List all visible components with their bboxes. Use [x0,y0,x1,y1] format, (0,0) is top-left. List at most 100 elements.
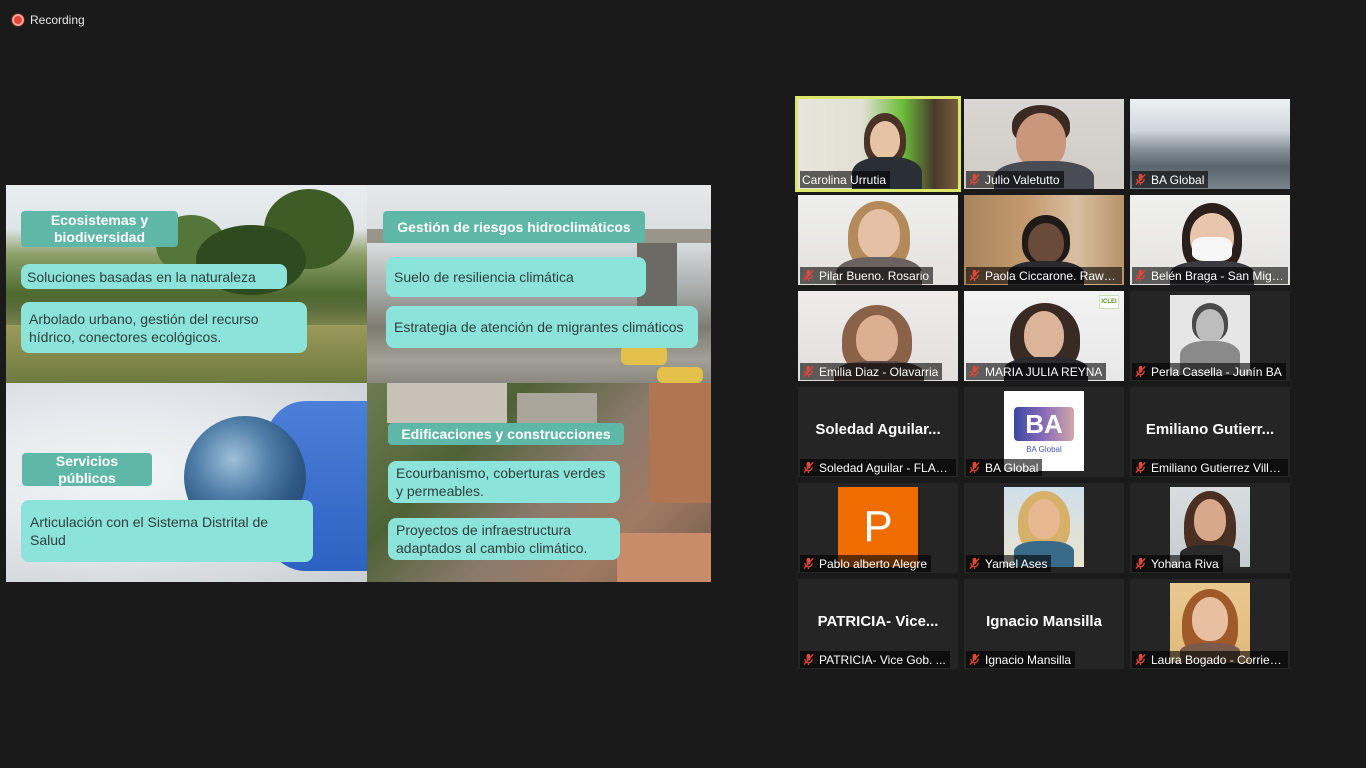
slide-item: Arbolado urbano, gestión del recurso híd… [21,302,307,353]
participant-name: Yamel Ases [985,556,1048,571]
slide-item: Suelo de resiliencia climática [386,257,646,297]
roof-decoration [517,393,597,423]
participant-tile[interactable]: Laura Bogado - Corrientes [1130,579,1290,669]
person-decoration [1194,499,1226,541]
muted-mic-icon [1135,653,1146,666]
participant-tile[interactable]: BA Global [1130,99,1290,189]
participant-name: PATRICIA- Vice Gob. ... [819,652,946,667]
muted-mic-icon [803,365,814,378]
participant-name: Carolina Urrutia [802,172,887,187]
participant-tile[interactable]: Emiliano Gutierr... Emiliano Gutierrez V… [1130,387,1290,477]
participant-tile[interactable]: ICLEI MARIA JULIA REYNA [964,291,1124,381]
participant-display-name: Soledad Aguilar... [815,421,941,438]
meeting-window: Recording Ecosistemas y biodiversidad So… [0,0,1366,768]
participant-nameplate: Laura Bogado - Corrientes [1132,651,1288,668]
participant-tile[interactable]: Ignacio Mansilla Ignacio Mansilla [964,579,1124,669]
participant-tile[interactable]: Julio Valetutto [964,99,1124,189]
participant-tile[interactable]: Pilar Bueno. Rosario [798,195,958,285]
participant-tile[interactable]: Belén Braga - San Miguel [1130,195,1290,285]
slide-header-services: Servicios públicos [22,453,152,486]
participant-tile[interactable]: Emilia Diaz - Olavarria [798,291,958,381]
muted-mic-icon [1135,461,1146,474]
participant-tile[interactable]: PATRICIA- Vice... PATRICIA- Vice Gob. ..… [798,579,958,669]
muted-mic-icon [969,557,980,570]
participant-name: Laura Bogado - Corrientes [1151,652,1284,667]
participant-nameplate: Julio Valetutto [966,171,1064,188]
shared-screen-slide: Ecosistemas y biodiversidad Soluciones b… [6,185,711,582]
muted-mic-icon [803,653,814,666]
mask-decoration [1192,237,1232,261]
recording-label: Recording [30,13,85,27]
muted-mic-icon [1135,173,1146,186]
person-decoration [1028,499,1060,539]
participant-nameplate: BA Global [966,459,1043,476]
participant-name: Emiliano Gutierrez Villanueva [1151,460,1284,475]
participant-tile[interactable]: Soledad Aguilar... Soledad Aguilar - FLA… [798,387,958,477]
participant-name: Paola Ciccarone. Rawson [985,268,1118,283]
person-decoration [870,121,900,159]
taxi-decoration [657,367,703,383]
participant-nameplate: Emilia Diaz - Olavarria [800,363,943,380]
slide-quadrant-ecosystems: Ecosistemas y biodiversidad Soluciones b… [6,185,367,383]
slide-item: Soluciones basadas en la naturaleza [21,264,287,289]
person-decoration [1028,223,1064,263]
building-decoration [649,383,711,503]
participant-name: BA Global [985,460,1039,475]
slide-quadrant-services: Servicios públicos Articulación con el S… [6,383,367,582]
participant-name: Pilar Bueno. Rosario [819,268,930,283]
building-decoration [617,533,711,582]
participant-nameplate: Yohana Riva [1132,555,1223,572]
ba-logo-caption: BA Global [1026,445,1062,454]
participant-tile[interactable]: Yamel Ases [964,483,1124,573]
slide-quadrant-buildings: Edificaciones y construcciones Ecourbani… [367,383,711,582]
muted-mic-icon [803,557,814,570]
participant-name: Perla Casella - Junín BA [1151,364,1282,379]
participant-nameplate: Belén Braga - San Miguel [1132,267,1288,284]
recording-indicator[interactable]: Recording [12,12,85,28]
participant-nameplate: Ignacio Mansilla [966,651,1076,668]
slide-header-risks: Gestión de riesgos hidroclimáticos [383,211,645,243]
muted-mic-icon [1135,365,1146,378]
slide-item: Ecourbanismo, coberturas verdes y permea… [388,461,620,503]
participant-name: BA Global [1151,172,1205,187]
muted-mic-icon [969,269,980,282]
participant-tile[interactable]: Perla Casella - Junín BA [1130,291,1290,381]
person-decoration [858,209,900,259]
participant-nameplate: BA Global [1132,171,1209,188]
participant-tile[interactable]: P Pablo alberto Alegre [798,483,958,573]
participant-name: Ignacio Mansilla [985,652,1072,667]
participant-nameplate: Pilar Bueno. Rosario [800,267,934,284]
iclei-badge: ICLEI [1099,295,1119,309]
participant-display-name: PATRICIA- Vice... [817,613,939,630]
slide-quadrant-risks: Gestión de riesgos hidroclimáticos Suelo… [367,185,711,383]
record-icon [12,14,24,26]
muted-mic-icon [969,173,980,186]
muted-mic-icon [969,653,980,666]
muted-mic-icon [803,461,814,474]
participant-nameplate: Perla Casella - Junín BA [1132,363,1286,380]
participant-name: Yohana Riva [1151,556,1219,571]
person-decoration [1196,309,1224,343]
muted-mic-icon [969,365,980,378]
participant-name: Belén Braga - San Miguel [1151,268,1284,283]
participant-nameplate: Soledad Aguilar - FLACSO [800,459,956,476]
participant-display-name: Ignacio Mansilla [986,613,1102,630]
participant-tile[interactable]: BA BA Global BA Global [964,387,1124,477]
participant-name: Julio Valetutto [985,172,1060,187]
participant-tile[interactable]: Carolina Urrutia [795,96,961,192]
muted-mic-icon [969,461,980,474]
slide-header-buildings: Edificaciones y construcciones [388,423,624,445]
participant-name: Emilia Diaz - Olavarria [819,364,939,379]
slide-header-ecosystems: Ecosistemas y biodiversidad [21,211,178,247]
participant-tile[interactable]: Yohana Riva [1130,483,1290,573]
participant-tile[interactable]: Paola Ciccarone. Rawson [964,195,1124,285]
participant-name: Soledad Aguilar - FLACSO [819,460,952,475]
taxi-decoration [621,345,667,365]
participant-nameplate: Carolina Urrutia [800,171,891,188]
participant-nameplate: Yamel Ases [966,555,1052,572]
slide-item: Estrategia de atención de migrantes clim… [386,306,698,348]
participant-nameplate: Paola Ciccarone. Rawson [966,267,1122,284]
participant-nameplate: Emiliano Gutierrez Villanueva [1132,459,1288,476]
slide-item: Proyectos de infraestructura adaptados a… [388,518,620,560]
participant-name: MARIA JULIA REYNA [985,364,1103,379]
